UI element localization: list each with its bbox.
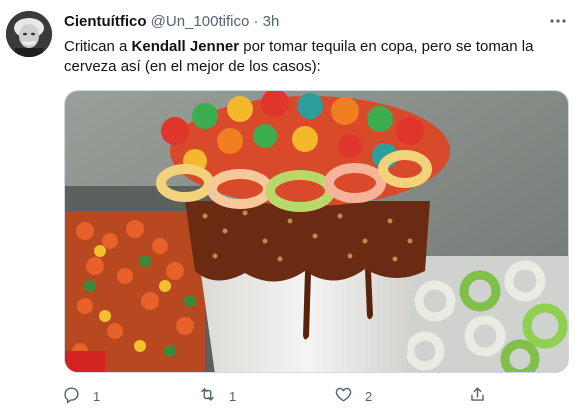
tweet-image[interactable] (64, 90, 569, 373)
user-handle[interactable]: @Un_100tifico (151, 13, 250, 30)
like-count: 2 (365, 388, 373, 404)
separator-dot: · (253, 13, 259, 30)
tweet[interactable]: Cientuítfico @Un_100tifico · 3h Critican… (0, 0, 581, 412)
share-icon (468, 385, 487, 407)
timestamp[interactable]: 3h (263, 13, 280, 30)
display-name[interactable]: Cientuítfico (64, 13, 147, 30)
tweet-header: Cientuítfico @Un_100tifico · 3h (64, 12, 279, 32)
tweet-text-bold: Kendall Jenner (131, 38, 240, 55)
tweet-actions: 1 1 2 (56, 382, 569, 410)
share-button[interactable] (468, 382, 487, 410)
retweet-icon (198, 385, 217, 407)
retweet-count: 1 (229, 388, 237, 404)
avatar[interactable] (6, 11, 52, 57)
tweet-text-start: Critican a (64, 38, 132, 55)
reply-count: 1 (93, 388, 101, 404)
more-icon[interactable] (547, 10, 569, 32)
tweet-text: Critican a Kendall Jenner por tomar tequ… (64, 37, 569, 77)
reply-icon (62, 385, 81, 407)
retweet-button[interactable]: 1 (198, 382, 236, 410)
reply-button[interactable]: 1 (62, 382, 100, 410)
like-button[interactable]: 2 (334, 382, 372, 410)
like-icon (334, 385, 353, 407)
